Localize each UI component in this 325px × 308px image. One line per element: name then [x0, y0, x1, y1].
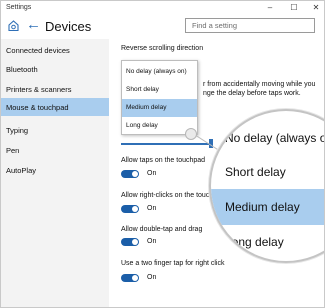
sidebar-item-pen[interactable]: Pen [1, 141, 109, 159]
right-clicks-toggle-state: On [147, 205, 157, 212]
settings-window: Settings – ☐ ✕ ← Devices Find a setting … [0, 0, 325, 308]
sidebar-item-autoplay[interactable]: AutoPlay [1, 161, 109, 179]
sidebar-item-label: Pen [6, 146, 20, 155]
search-input[interactable]: Find a setting [185, 18, 315, 33]
right-clicks-toggle[interactable] [121, 205, 139, 213]
sidebar-item-connected-devices[interactable]: Connected devices [1, 41, 109, 59]
setting-label-two-finger: Use a two finger tap for right click [121, 260, 225, 267]
setting-label-double-tap: Allow double-tap and drag [121, 226, 203, 233]
header: ← Devices Find a setting [1, 15, 324, 39]
taps-toggle-state: On [147, 170, 157, 177]
home-gear-icon[interactable] [7, 19, 20, 32]
sidebar-item-printers-scanners[interactable]: Printers & scanners [1, 80, 109, 98]
sidebar-item-label: Mouse & touchpad [6, 103, 69, 112]
title-bar: Settings [1, 1, 324, 15]
sidebar-item-mouse-touchpad[interactable]: Mouse & touchpad [1, 98, 109, 116]
delay-dropdown-list[interactable]: No delay (always on) Short delay Medium … [121, 60, 198, 135]
sensitivity-slider-track[interactable] [121, 143, 211, 145]
magnified-option-long-delay: Long delay [225, 235, 284, 249]
sidebar-item-label: Printers & scanners [6, 85, 72, 94]
back-arrow-icon[interactable]: ← [26, 17, 41, 33]
window-title: Settings [6, 4, 32, 11]
double-tap-toggle-state: On [147, 238, 157, 245]
dropdown-option-short-delay[interactable]: Short delay [122, 81, 197, 99]
double-tap-toggle[interactable] [121, 238, 139, 246]
reverse-scrolling-label: Reverse scrolling direction [121, 45, 204, 52]
sidebar-item-label: Typing [6, 126, 29, 135]
sidebar-item-label: Connected devices [6, 46, 70, 55]
sidebar: Connected devices Bluetooth Printers & s… [1, 39, 109, 307]
two-finger-toggle[interactable] [121, 274, 139, 282]
maximize-button[interactable]: ☐ [289, 3, 299, 13]
setting-label-taps: Allow taps on the touchpad [121, 157, 206, 164]
delay-description-line1: r from accidentally moving while you [203, 81, 316, 88]
magnified-option-no-delay: No delay (always on) [225, 131, 324, 145]
magnifier-callout: No delay (always on) Short delay Medium … [209, 109, 324, 263]
taps-toggle[interactable] [121, 170, 139, 178]
dropdown-option-medium-delay[interactable]: Medium delay [122, 99, 197, 117]
close-button[interactable]: ✕ [311, 3, 321, 13]
minimize-button[interactable]: – [265, 3, 275, 13]
magnifier-anchor-dot [185, 128, 197, 140]
sidebar-item-label: AutoPlay [6, 166, 37, 175]
sidebar-item-typing[interactable]: Typing [1, 121, 109, 139]
two-finger-toggle-state: On [147, 274, 157, 281]
sidebar-item-label: Bluetooth [6, 65, 38, 74]
page-title: Devices [45, 19, 92, 34]
magnified-option-short-delay: Short delay [225, 165, 286, 179]
delay-description-line2: nge the delay before taps work. [203, 90, 301, 97]
magnified-option-medium-delay: Medium delay [211, 189, 324, 225]
sidebar-item-bluetooth[interactable]: Bluetooth [1, 60, 109, 78]
setting-label-right-clicks: Allow right-clicks on the touch [121, 192, 214, 199]
dropdown-option-no-delay[interactable]: No delay (always on) [122, 63, 197, 81]
